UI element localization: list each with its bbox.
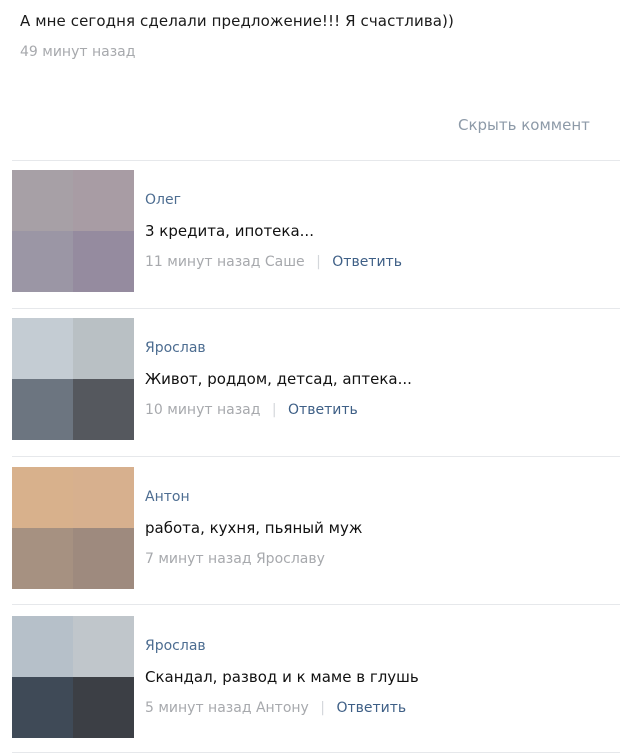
avatar-pixel: [12, 318, 73, 379]
reply-link[interactable]: Ответить: [332, 254, 402, 270]
comment-text: Живот, роддом, детсад, аптека...: [145, 370, 412, 388]
comment-item: Ярослав Скандал, развод и к маме в глушь…: [12, 616, 620, 740]
avatar-pixel: [12, 616, 73, 677]
divider: [12, 752, 620, 753]
comment-time[interactable]: 7 минут назад: [145, 551, 252, 567]
avatar-pixel: [73, 379, 134, 440]
comment-item: Антон работа, кухня, пьяный муж 7 минут …: [12, 467, 620, 591]
divider: [12, 604, 620, 605]
reply-link[interactable]: Ответить: [336, 700, 406, 716]
avatar-pixel: [73, 318, 134, 379]
divider: [12, 456, 620, 457]
comment-meta: 11 минут назад Саше | Ответить: [145, 254, 402, 270]
comment-text: 3 кредита, ипотека...: [145, 222, 314, 240]
avatar-pixel: [73, 677, 134, 738]
comment-body: Олег 3 кредита, ипотека... 11 минут наза…: [145, 192, 402, 270]
avatar-pixel: [12, 379, 73, 440]
avatar[interactable]: [12, 170, 134, 292]
avatar-pixel: [12, 677, 73, 738]
comment-reply-to[interactable]: Ярославу: [256, 551, 325, 567]
comment-author[interactable]: Антон: [145, 489, 362, 505]
post: А мне сегодня сделали предложение!!! Я с…: [20, 12, 454, 60]
comment-time[interactable]: 11 минут назад: [145, 254, 260, 270]
avatar-pixel: [73, 231, 134, 292]
comment-body: Ярослав Живот, роддом, детсад, аптека...…: [145, 340, 412, 418]
comment-time[interactable]: 10 минут назад: [145, 402, 260, 418]
comment-body: Ярослав Скандал, развод и к маме в глушь…: [145, 638, 419, 716]
comment-reply-to[interactable]: Антону: [256, 700, 309, 716]
avatar-pixel: [73, 616, 134, 677]
comment-text: работа, кухня, пьяный муж: [145, 519, 363, 537]
comment-author[interactable]: Ярослав: [145, 638, 419, 654]
divider: [12, 160, 620, 161]
avatar[interactable]: [12, 318, 134, 440]
comment-reply-to[interactable]: Саше: [265, 254, 305, 270]
meta-separator: |: [316, 254, 321, 270]
comment-body: Антон работа, кухня, пьяный муж 7 минут …: [145, 489, 362, 567]
avatar-pixel: [73, 528, 134, 589]
meta-separator: |: [271, 402, 277, 418]
comment-author[interactable]: Олег: [145, 192, 402, 208]
reply-link[interactable]: Ответить: [288, 402, 358, 418]
avatar-pixel: [12, 170, 73, 231]
avatar-pixel: [12, 528, 73, 589]
comment-meta: 10 минут назад | Ответить: [145, 402, 412, 418]
avatar[interactable]: [12, 616, 134, 738]
post-text: А мне сегодня сделали предложение!!! Я с…: [20, 12, 454, 30]
avatar-pixel: [73, 467, 134, 528]
avatar-pixel: [12, 231, 73, 292]
comment-item: Олег 3 кредита, ипотека... 11 минут наза…: [12, 170, 620, 294]
avatar-pixel: [12, 467, 73, 528]
comment-meta: 7 минут назад Ярославу: [145, 551, 362, 567]
avatar-pixel: [73, 170, 134, 231]
post-time[interactable]: 49 минут назад: [20, 44, 454, 60]
comment-meta: 5 минут назад Антону | Ответить: [145, 700, 419, 716]
comment-author[interactable]: Ярослав: [145, 340, 412, 356]
hide-comments-link[interactable]: Скрыть коммент: [458, 116, 590, 134]
comment-text: Скандал, развод и к маме в глушь: [145, 668, 419, 686]
comment-item: Ярослав Живот, роддом, детсад, аптека...…: [12, 318, 620, 442]
avatar[interactable]: [12, 467, 134, 589]
divider: [12, 308, 620, 309]
comment-time[interactable]: 5 минут назад: [145, 700, 252, 716]
meta-separator: |: [320, 700, 326, 716]
